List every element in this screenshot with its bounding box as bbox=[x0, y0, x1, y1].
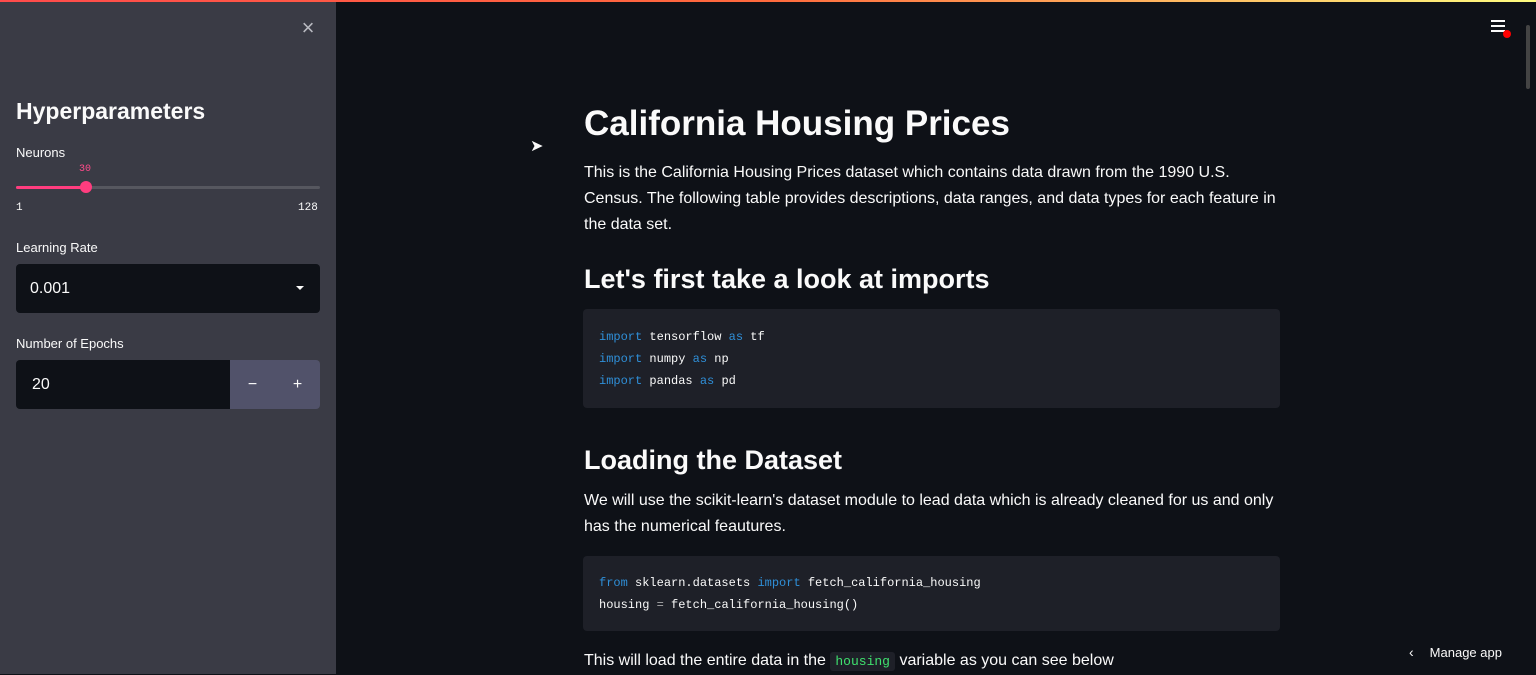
neurons-slider-min: 1 bbox=[16, 202, 23, 214]
scrollbar[interactable] bbox=[1526, 25, 1530, 89]
epochs-decrement-button[interactable]: − bbox=[230, 360, 275, 409]
load-code-block: from sklearn.datasets import fetch_calif… bbox=[583, 556, 1280, 631]
intro-paragraph: This is the California Housing Prices da… bbox=[584, 164, 1276, 233]
code-line: import numpy as np bbox=[599, 352, 729, 366]
page-title: California Housing Prices bbox=[584, 104, 1010, 143]
neurons-slider-thumb[interactable] bbox=[80, 181, 92, 193]
housing-variable-paragraph: This will load the entire data in the ho… bbox=[584, 652, 1114, 671]
manage-app-button[interactable]: ‹ Manage app bbox=[1409, 644, 1502, 660]
main-content: ➤ California Housing Prices This is the … bbox=[336, 0, 1536, 674]
neurons-slider-max: 128 bbox=[298, 202, 318, 214]
neurons-slider-track[interactable] bbox=[16, 186, 320, 189]
code-line: housing = fetch_california_housing() bbox=[599, 598, 859, 612]
learning-rate-value: 0.001 bbox=[30, 280, 71, 297]
chevron-left-icon: ‹ bbox=[1409, 644, 1414, 660]
learning-rate-select[interactable]: 0.001 bbox=[16, 264, 320, 313]
mouse-cursor-icon: ➤ bbox=[530, 138, 544, 155]
loading-paragraph: We will use the scikit-learn's dataset m… bbox=[584, 492, 1274, 535]
epochs-increment-button[interactable]: + bbox=[275, 360, 320, 409]
neurons-slider-fill bbox=[16, 186, 86, 189]
imports-heading: Let's first take a look at imports bbox=[584, 264, 990, 294]
manage-app-label: Manage app bbox=[1429, 645, 1502, 660]
code-line: from sklearn.datasets import fetch_calif… bbox=[599, 576, 981, 590]
epochs-value: 20 bbox=[32, 376, 50, 393]
inline-code-housing: housing bbox=[830, 652, 895, 671]
epochs-label: Number of Epochs bbox=[16, 336, 124, 351]
close-icon[interactable]: × bbox=[298, 17, 318, 39]
notification-dot bbox=[1503, 30, 1511, 38]
loading-heading: Loading the Dataset bbox=[584, 445, 843, 475]
code-line: import pandas as pd bbox=[599, 374, 736, 388]
sidebar-title: Hyperparameters bbox=[16, 98, 206, 124]
top-decoration-bar bbox=[0, 0, 1536, 2]
sidebar: × Hyperparameters Neurons 30 1 128 Learn… bbox=[0, 0, 336, 674]
neurons-slider-value: 30 bbox=[79, 164, 92, 175]
code-line: import tensorflow as tf bbox=[599, 330, 765, 344]
neurons-label: Neurons bbox=[16, 145, 66, 160]
learning-rate-label: Learning Rate bbox=[16, 240, 98, 255]
imports-code-block: import tensorflow as tf import numpy as … bbox=[583, 309, 1280, 408]
epochs-input[interactable]: 20 bbox=[16, 360, 230, 409]
chevron-down-icon bbox=[296, 286, 304, 290]
